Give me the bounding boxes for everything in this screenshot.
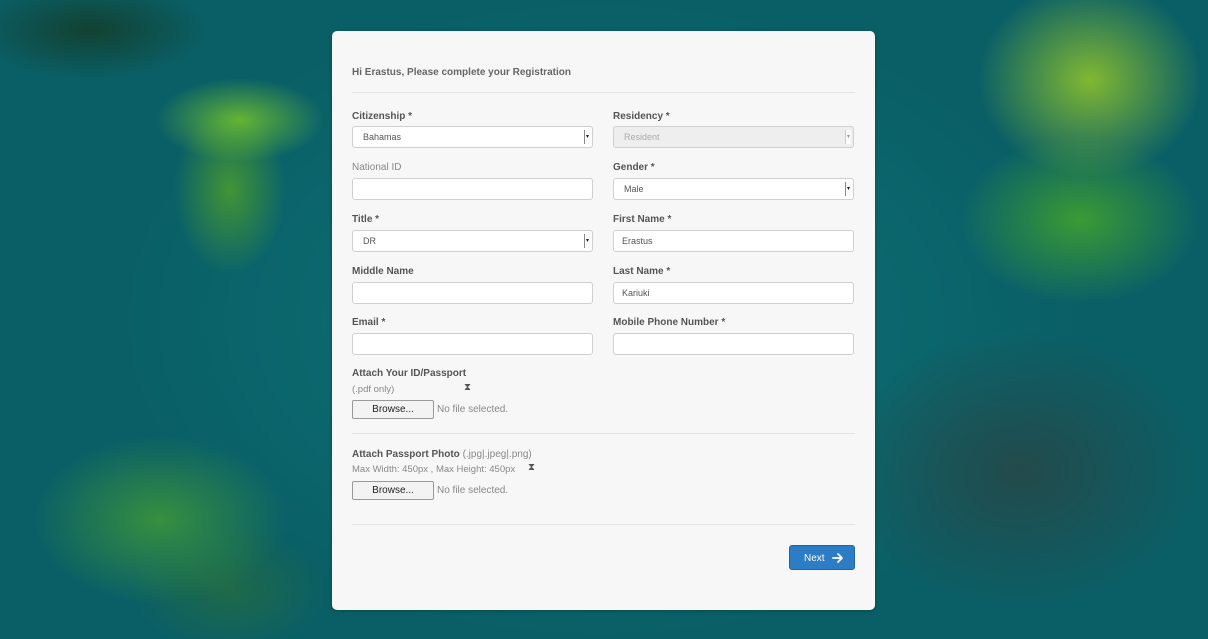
gender-label: Gender * [613, 162, 655, 173]
next-label: Next [804, 553, 825, 564]
email-label: Email * [352, 317, 386, 328]
title-select[interactable]: DR ▾ [352, 230, 593, 252]
citizenship-value: Bahamas [363, 132, 402, 142]
arrow-right-icon [832, 553, 843, 563]
hourglass-icon: ⧗ [528, 462, 536, 473]
attach-photo-label: Attach Passport Photo [352, 449, 460, 460]
attach-photo-hint: Max Width: 450px , Max Height: 450px [352, 464, 516, 475]
national-id-input[interactable] [352, 178, 593, 200]
divider [352, 524, 855, 525]
form-heading: Hi Erastus, Please complete your Registr… [352, 67, 571, 78]
last-name-value: Kariuki [622, 288, 650, 298]
registration-card: Hi Erastus, Please complete your Registr… [332, 31, 875, 610]
mobile-input[interactable] [613, 333, 854, 355]
title-label: Title * [352, 214, 380, 225]
gender-select[interactable]: Male ▾ [613, 178, 854, 200]
first-name-label: First Name * [613, 214, 672, 225]
attach-id-browse-button[interactable]: Browse... [352, 400, 434, 419]
attach-id-status: No file selected. [437, 404, 509, 415]
first-name-input[interactable]: Erastus [613, 230, 854, 252]
chevron-down-icon: ▾ [845, 130, 851, 144]
residency-value: Resident [624, 132, 660, 142]
next-button[interactable]: Next [789, 545, 855, 570]
last-name-label: Last Name * [613, 266, 671, 277]
attach-photo-status: No file selected. [437, 485, 509, 496]
citizenship-label: Citizenship * [352, 111, 413, 122]
first-name-value: Erastus [622, 236, 653, 246]
attach-photo-types: (.jpg|.jpeg|.png) [462, 449, 532, 460]
gender-value: Male [624, 184, 644, 194]
last-name-input[interactable]: Kariuki [613, 282, 854, 304]
national-id-label: National ID [352, 162, 402, 173]
title-value: DR [363, 236, 376, 246]
divider [352, 433, 855, 434]
middle-name-input[interactable] [352, 282, 593, 304]
hourglass-icon: ⧗ [464, 382, 472, 393]
divider [352, 92, 855, 93]
residency-label: Residency * [613, 111, 670, 122]
chevron-down-icon: ▾ [584, 130, 590, 144]
citizenship-select[interactable]: Bahamas ▾ [352, 126, 593, 148]
mobile-label: Mobile Phone Number * [613, 317, 726, 328]
attach-id-label: Attach Your ID/Passport [352, 368, 467, 379]
attach-photo-browse-button[interactable]: Browse... [352, 481, 434, 500]
chevron-down-icon: ▾ [584, 234, 590, 248]
attach-id-hint: (.pdf only) [352, 384, 395, 395]
residency-select: Resident ▾ [613, 126, 854, 148]
chevron-down-icon: ▾ [845, 182, 851, 196]
email-input[interactable] [352, 333, 593, 355]
middle-name-label: Middle Name [352, 266, 414, 277]
attach-photo-label-row: Attach Passport Photo (.jpg|.jpeg|.png) [352, 449, 532, 460]
